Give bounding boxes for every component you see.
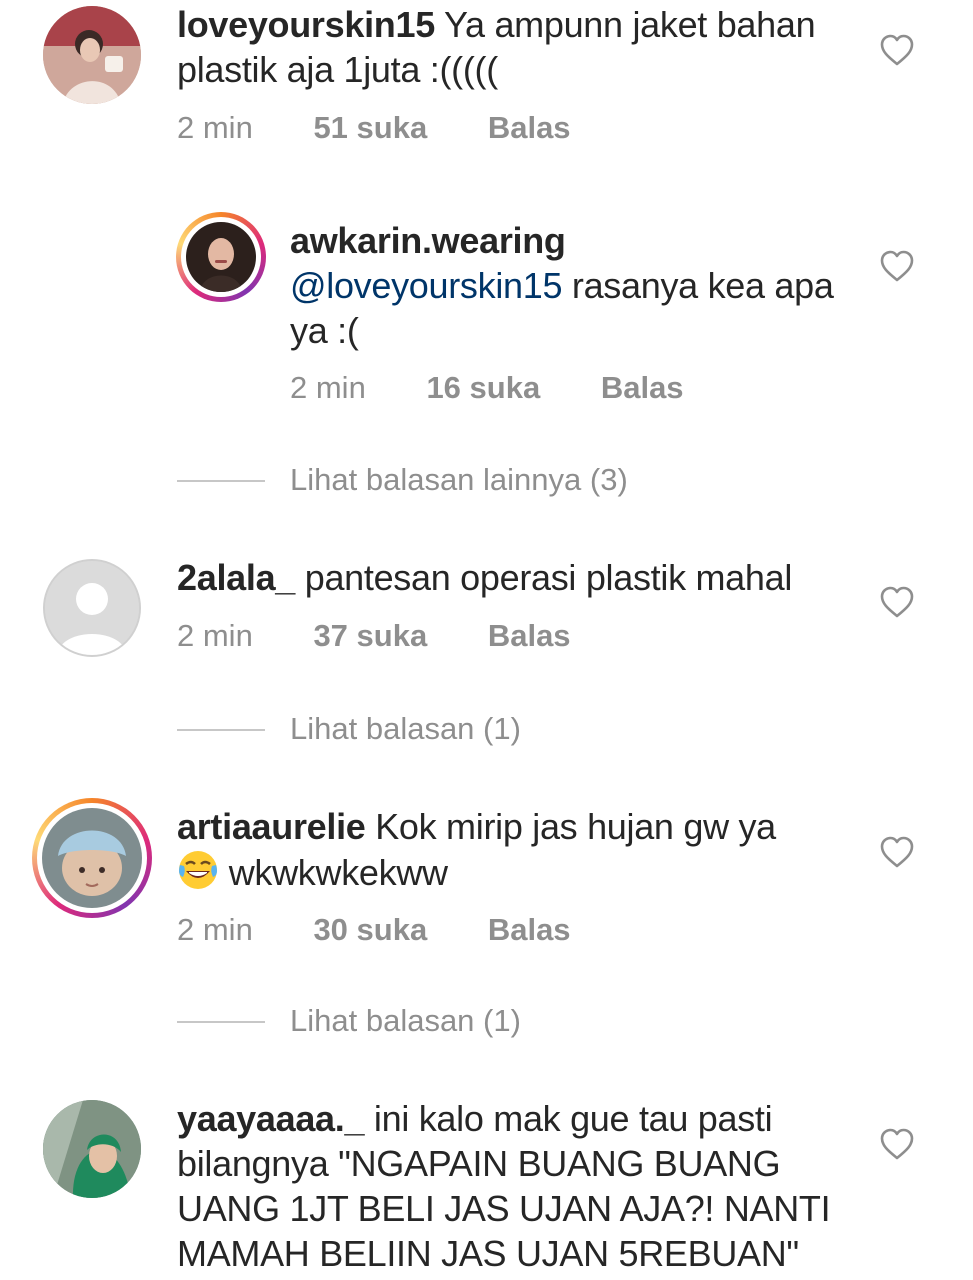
face-with-tears-of-joy-icon — [179, 851, 217, 889]
comment-body: artiaaurelie Kok mirip jas hujan gw ya w… — [177, 804, 857, 895]
reply-button[interactable]: Balas — [488, 110, 571, 146]
comment-username[interactable]: artiaaurelie — [177, 806, 366, 847]
comment-body: yaayaaaa._ ini kalo mak gue tau pasti bi… — [177, 1096, 857, 1276]
avatar-photo — [42, 808, 142, 908]
avatar[interactable] — [43, 559, 141, 657]
avatar-photo — [43, 6, 141, 104]
avatar[interactable] — [32, 798, 152, 918]
comment-body: loveyourskin15 Ya ampunn jaket bahan pla… — [177, 2, 857, 92]
comment-time: 2 min — [177, 618, 253, 653]
comment-meta: 2 min 37 suka Balas — [177, 618, 571, 654]
mention-link[interactable]: @loveyourskin15 — [290, 265, 562, 306]
like-count[interactable]: 16 suka — [426, 370, 540, 406]
heart-outline-icon[interactable] — [880, 586, 914, 618]
reply-button[interactable]: Balas — [488, 912, 571, 948]
heart-outline-icon[interactable] — [880, 34, 914, 66]
comment-body: 2alala_ pantesan operasi plastik mahal — [177, 555, 857, 600]
divider — [177, 480, 265, 482]
divider — [177, 729, 265, 731]
comment-meta: 2 min 51 suka Balas — [177, 110, 571, 146]
like-count[interactable]: 30 suka — [313, 912, 427, 948]
comment-text: Kok mirip jas hujan gw ya — [365, 806, 776, 847]
avatar-photo — [43, 1100, 141, 1198]
view-replies-label: Lihat balasan (1) — [290, 1003, 521, 1038]
default-avatar-icon — [45, 561, 139, 655]
reply-button[interactable]: Balas — [601, 370, 684, 406]
comment-time: 2 min — [177, 912, 253, 947]
avatar[interactable] — [176, 212, 266, 302]
like-count[interactable]: 51 suka — [313, 110, 427, 146]
like-count[interactable]: 37 suka — [313, 618, 427, 654]
comment-body: awkarin.wearing @loveyourskin15 rasanya … — [290, 218, 850, 353]
comment-text: pantesan operasi plastik mahal — [295, 557, 793, 598]
avatar[interactable] — [43, 6, 141, 104]
comment-time: 2 min — [290, 370, 366, 405]
comment-meta: 2 min 16 suka Balas — [290, 370, 684, 406]
comment-username[interactable]: loveyourskin15 — [177, 4, 435, 45]
avatar-photo — [186, 222, 256, 292]
comment-username[interactable]: awkarin.wearing — [290, 220, 566, 261]
comment-text-continued: wkwkwkekww — [219, 852, 448, 893]
view-replies-label: Lihat balasan lainnya (3) — [290, 462, 628, 497]
heart-outline-icon[interactable] — [880, 250, 914, 282]
reply-button[interactable]: Balas — [488, 618, 571, 654]
comment-time: 2 min — [177, 110, 253, 145]
view-replies-label: Lihat balasan (1) — [290, 711, 521, 746]
comment-username[interactable]: 2alala_ — [177, 557, 295, 598]
heart-outline-icon[interactable] — [880, 836, 914, 868]
avatar[interactable] — [43, 1100, 141, 1198]
comment-meta: 2 min 30 suka Balas — [177, 912, 571, 948]
comment-username[interactable]: yaayaaaa._ — [177, 1098, 365, 1139]
heart-outline-icon[interactable] — [880, 1128, 914, 1160]
divider — [177, 1021, 265, 1023]
